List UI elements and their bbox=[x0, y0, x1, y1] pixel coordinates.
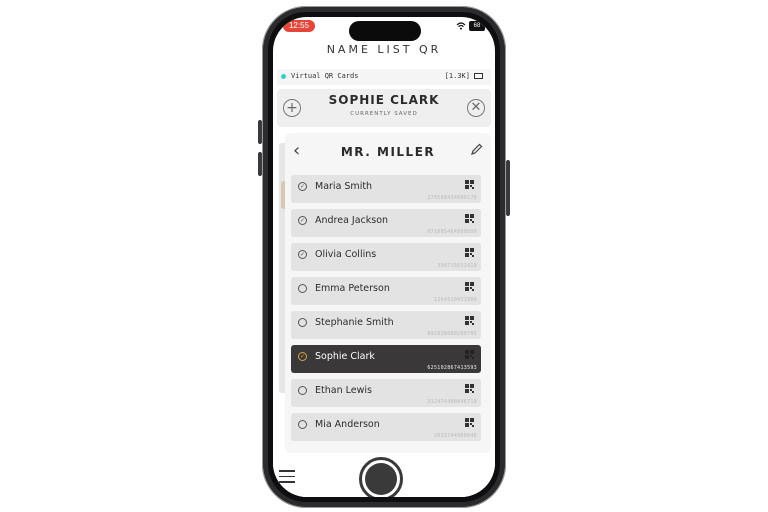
mini-battery-icon bbox=[474, 73, 483, 79]
list-item-name: Maria Smith bbox=[315, 181, 373, 192]
check-icon: ✓ bbox=[298, 352, 307, 361]
saved-card: + SOPHIE CLARK CURRENTLY SAVED ✕ bbox=[277, 89, 491, 127]
status-icons: 68 bbox=[456, 21, 485, 31]
check-icon: ✓ bbox=[298, 182, 307, 191]
status-dot bbox=[281, 74, 286, 79]
phone-screen: 12:55 68 NAME LIST QR Virtual QR Cards [… bbox=[273, 17, 495, 497]
list-item[interactable]: ✓ Olivia Collins 399715632410 bbox=[291, 243, 481, 271]
circle-icon bbox=[298, 318, 307, 327]
qr-code-icon[interactable] bbox=[465, 248, 474, 257]
list-item-name: Sophie Clark bbox=[315, 351, 375, 362]
list-item[interactable]: ✓ Andrea Jackson 071005464888000 bbox=[291, 209, 481, 237]
list-item-name: Stephanie Smith bbox=[315, 317, 394, 328]
shutter-button[interactable] bbox=[359, 457, 403, 497]
check-icon: ✓ bbox=[298, 216, 307, 225]
list-item[interactable]: Stephanie Smith 892828680200705 bbox=[291, 311, 481, 339]
saved-subtitle: CURRENTLY SAVED bbox=[350, 111, 418, 117]
close-icon: ✕ bbox=[470, 100, 482, 115]
list-item-id: 399715632410 bbox=[437, 263, 477, 269]
qr-code-icon[interactable] bbox=[465, 180, 474, 189]
circle-icon bbox=[298, 386, 307, 395]
volume-down-button bbox=[258, 152, 262, 176]
list-item-id: 625102867413593 bbox=[427, 365, 477, 371]
qr-code-icon[interactable] bbox=[465, 214, 474, 223]
check-icon: ✓ bbox=[298, 250, 307, 259]
hamburger-menu-icon[interactable] bbox=[279, 470, 295, 487]
edit-button[interactable] bbox=[470, 143, 483, 160]
list-item[interactable]: Emma Peterson 1164510431904 bbox=[291, 277, 481, 305]
qr-code-icon[interactable] bbox=[465, 282, 474, 291]
info-label: Virtual QR Cards bbox=[291, 72, 359, 80]
circle-icon bbox=[298, 284, 307, 293]
qr-code-icon[interactable] bbox=[465, 418, 474, 427]
list-item-id: 1164510431904 bbox=[433, 297, 477, 303]
power-button bbox=[506, 160, 510, 216]
app-title: NAME LIST QR bbox=[326, 43, 442, 56]
volume-up-button bbox=[258, 120, 262, 144]
list-item[interactable]: Ethan Lewis 312474408046710 bbox=[291, 379, 481, 407]
list-item-id: 312474408046710 bbox=[427, 399, 477, 405]
battery-icon: 68 bbox=[469, 21, 485, 31]
list-item-id: 2033744008046 bbox=[433, 433, 477, 439]
wifi-icon bbox=[456, 22, 466, 30]
qr-code-icon[interactable] bbox=[465, 384, 474, 393]
list-item-id: 892828680200705 bbox=[427, 331, 477, 337]
list-title: MR. MILLER bbox=[340, 145, 436, 159]
shutter-inner bbox=[365, 463, 397, 495]
list-item-selected[interactable]: ✓ Sophie Clark 625102867413593 bbox=[291, 345, 481, 373]
list-item-id: 276508434009170 bbox=[427, 195, 477, 201]
list-item-id: 071005464888000 bbox=[427, 229, 477, 235]
list-item-name: Emma Peterson bbox=[315, 283, 390, 294]
list-item-name: Olivia Collins bbox=[315, 249, 377, 260]
bottom-bar bbox=[273, 453, 495, 497]
qr-code-icon[interactable] bbox=[465, 350, 474, 359]
list-item-name: Ethan Lewis bbox=[315, 385, 372, 396]
list-item[interactable]: ✓ Maria Smith 276508434009170 bbox=[291, 175, 481, 203]
info-bar: Virtual QR Cards [1.3K] bbox=[277, 69, 491, 85]
circle-icon bbox=[298, 420, 307, 429]
name-list-panel: ‹ MR. MILLER ✓ Maria Smith 2765084340091… bbox=[285, 133, 491, 453]
card-count: [1.3K] bbox=[444, 72, 470, 80]
list-item[interactable]: Mia Anderson 2033744008046 bbox=[291, 413, 481, 441]
list-item-name: Andrea Jackson bbox=[315, 215, 389, 226]
info-right: [1.3K] bbox=[445, 72, 483, 80]
dynamic-island bbox=[349, 21, 421, 41]
qr-code-icon[interactable] bbox=[465, 316, 474, 325]
list-item-name: Mia Anderson bbox=[315, 419, 380, 430]
pencil-icon bbox=[471, 143, 483, 155]
status-time: 12:55 bbox=[283, 20, 315, 32]
close-button[interactable]: ✕ bbox=[467, 99, 485, 117]
saved-name: SOPHIE CLARK bbox=[328, 93, 440, 107]
